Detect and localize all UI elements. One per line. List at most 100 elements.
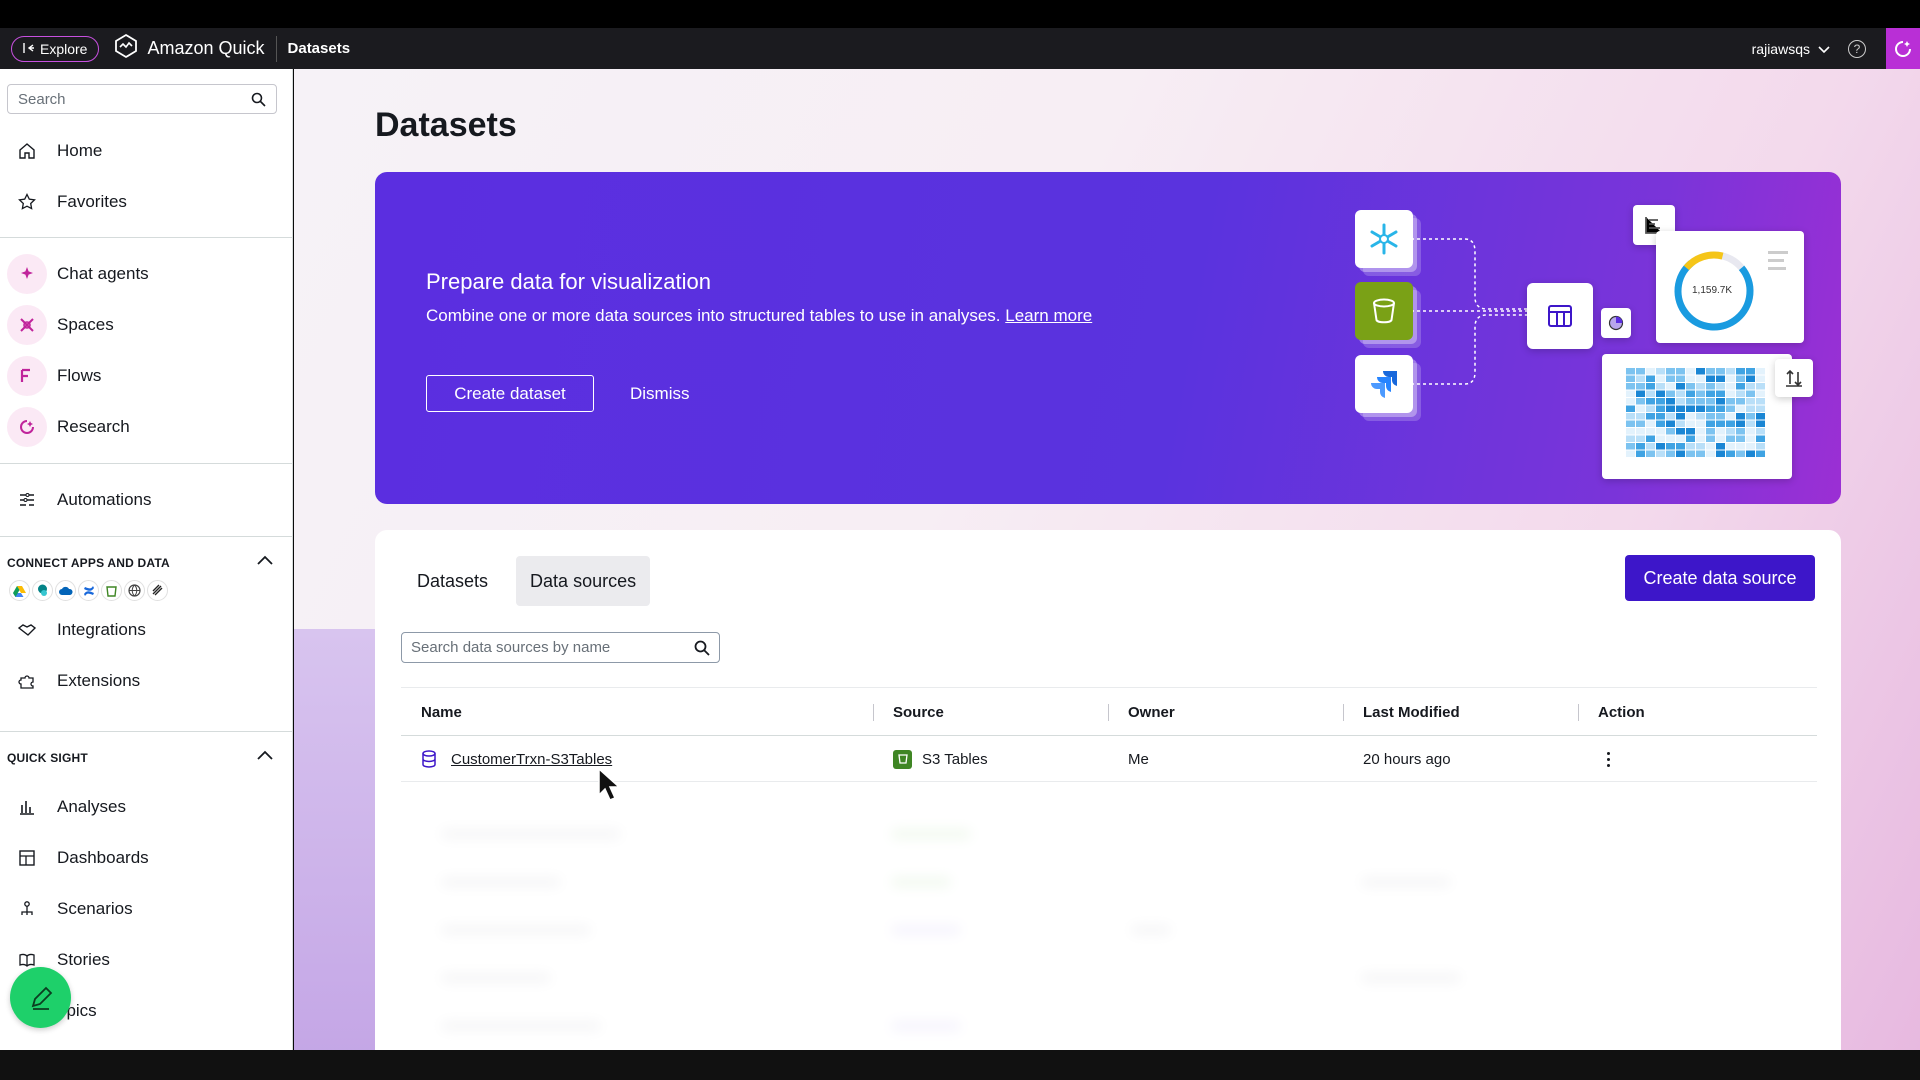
chevron-up-icon[interactable] <box>256 553 274 571</box>
help-icon[interactable]: ? <box>1848 39 1866 58</box>
heatmap-cell <box>1756 390 1765 397</box>
data-source-name-link[interactable]: CustomerTrxn-S3Tables <box>451 751 612 768</box>
database-icon <box>422 750 436 768</box>
web-crawler-icon[interactable] <box>124 580 145 601</box>
heatmap-cell <box>1706 383 1715 390</box>
user-menu[interactable]: rajiawsqs <box>1752 41 1830 57</box>
heatmap-cell <box>1686 413 1695 420</box>
heatmap-cell <box>1746 420 1755 427</box>
column-resizer[interactable] <box>1343 704 1344 721</box>
sparkle-icon <box>7 254 47 294</box>
column-resizer[interactable] <box>873 704 874 721</box>
heatmap-cell <box>1726 405 1735 412</box>
create-data-source-button[interactable]: Create data source <box>1625 555 1815 601</box>
column-resizer[interactable] <box>1578 704 1579 721</box>
dismiss-button[interactable]: Dismiss <box>630 375 690 412</box>
data-source-search-input[interactable]: Search data sources by name <box>401 632 720 663</box>
sidebar-item-research[interactable]: Research <box>0 407 292 447</box>
sidebar-item-analyses[interactable]: Analyses <box>0 787 292 827</box>
heatmap-cell <box>1626 420 1635 427</box>
column-header-name[interactable]: Name <box>421 704 462 721</box>
sidebar-item-scenarios[interactable]: Scenarios <box>0 889 292 929</box>
heatmap-cell <box>1726 420 1735 427</box>
sidebar: Search Home Favorites Chat agents Spaces… <box>0 69 293 1050</box>
heatmap-cell <box>1756 405 1765 412</box>
heatmap-cell <box>1626 383 1635 390</box>
heatmap-cell <box>1626 375 1635 382</box>
snowflake-icon <box>1355 210 1413 268</box>
heatmap-cell <box>1676 450 1685 457</box>
heatmap-cell <box>1696 398 1705 405</box>
quick-logo-icon <box>113 33 139 64</box>
gauge-value: 1,159.7K <box>1692 285 1733 296</box>
heatmap-cell <box>1716 375 1725 382</box>
sharepoint-icon[interactable] <box>32 580 53 601</box>
heatmap-cell <box>1646 405 1655 412</box>
sidebar-item-chat-agents[interactable]: Chat agents <box>0 254 292 294</box>
heatmap-cell <box>1666 413 1675 420</box>
heatmap-cell <box>1656 435 1665 442</box>
jira-icon <box>1355 355 1413 413</box>
row-actions-button[interactable] <box>1607 736 1610 782</box>
top-navigation-bar: Explore Amazon Quick Datasets rajiawsqs … <box>0 28 1920 69</box>
heatmap-cell <box>1636 435 1645 442</box>
heatmap-cell <box>1676 390 1685 397</box>
heatmap-cell <box>1716 413 1725 420</box>
heatmap-cell <box>1706 443 1715 450</box>
sidebar-item-label: Favorites <box>57 192 127 211</box>
sidebar-item-flows[interactable]: Flows <box>0 356 292 396</box>
sidebar-item-extensions[interactable]: Extensions <box>0 661 292 701</box>
heatmap-cell <box>1696 383 1705 390</box>
heatmap-cell <box>1656 375 1665 382</box>
heatmap-cell <box>1746 443 1755 450</box>
tab-datasets[interactable]: Datasets <box>403 556 502 606</box>
sidebar-item-automations[interactable]: Automations <box>0 480 292 520</box>
heatmap-cell <box>1736 390 1745 397</box>
assistant-icon[interactable] <box>1886 28 1920 69</box>
heatmap-cell <box>1716 420 1725 427</box>
heatmap-cell <box>1746 368 1755 375</box>
chevron-up-icon[interactable] <box>256 748 274 766</box>
column-resizer[interactable] <box>1108 704 1109 721</box>
column-header-last-modified[interactable]: Last Modified <box>1363 704 1460 721</box>
column-header-owner[interactable]: Owner <box>1128 704 1175 721</box>
more-sources-icon[interactable] <box>147 580 168 601</box>
heatmap-cell <box>1706 413 1715 420</box>
column-header-source[interactable]: Source <box>893 704 944 721</box>
heatmap-cell <box>1726 450 1735 457</box>
compose-button[interactable] <box>10 967 71 1028</box>
sidebar-item-label: Automations <box>57 490 152 509</box>
breadcrumb[interactable]: Datasets <box>288 40 351 57</box>
google-drive-icon[interactable] <box>9 580 30 601</box>
sidebar-search-input[interactable]: Search <box>7 84 277 114</box>
heatmap-cell <box>1676 420 1685 427</box>
confluence-icon[interactable] <box>78 580 99 601</box>
heatmap-cell <box>1696 413 1705 420</box>
heatmap-cell <box>1726 435 1735 442</box>
tab-bar: Datasets Data sources <box>403 556 651 606</box>
sidebar-item-home[interactable]: Home <box>0 131 292 171</box>
more-vertical-icon <box>1607 751 1610 767</box>
create-dataset-button[interactable]: Create dataset <box>426 375 594 412</box>
heatmap-cell <box>1736 405 1745 412</box>
tab-data-sources[interactable]: Data sources <box>516 556 651 606</box>
main-content: Datasets Prepare data for visualization … <box>294 69 1920 1050</box>
explore-button[interactable]: Explore <box>11 35 100 62</box>
onedrive-icon[interactable] <box>55 580 76 601</box>
brand[interactable]: Amazon Quick <box>113 33 265 64</box>
divider <box>0 463 292 464</box>
sidebar-item-dashboards[interactable]: Dashboards <box>0 838 292 878</box>
s3-icon[interactable] <box>101 580 122 601</box>
sidebar-item-spaces[interactable]: Spaces <box>0 305 292 345</box>
sidebar-item-integrations[interactable]: Integrations <box>0 610 292 650</box>
heatmap-cell <box>1756 375 1765 382</box>
scenarios-icon <box>7 889 47 929</box>
learn-more-link[interactable]: Learn more <box>1005 306 1092 325</box>
heatmap-cell <box>1646 428 1655 435</box>
sidebar-item-label: Scenarios <box>57 899 133 918</box>
blurred-table-rows <box>401 817 1817 1050</box>
sidebar-item-favorites[interactable]: Favorites <box>0 182 292 222</box>
heatmap-cell <box>1686 368 1695 375</box>
heatmap-cell <box>1726 428 1735 435</box>
heatmap-cell <box>1636 405 1645 412</box>
